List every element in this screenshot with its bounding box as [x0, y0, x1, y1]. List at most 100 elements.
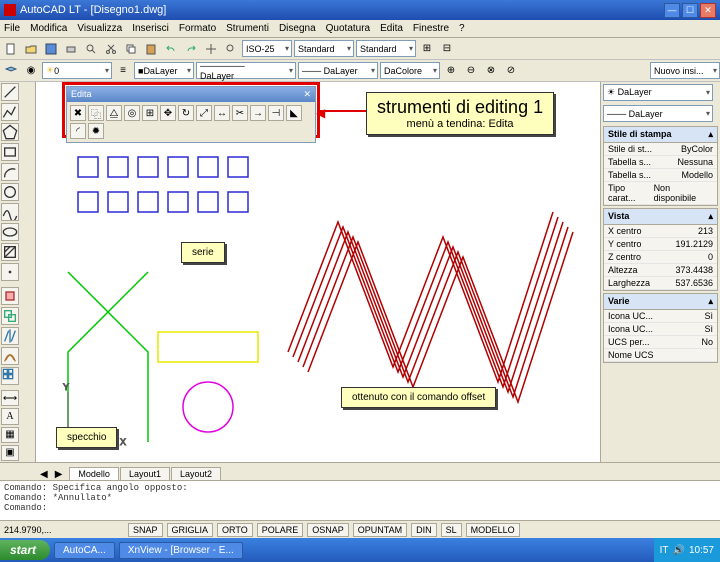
taskbar-item[interactable]: AutoCA...: [54, 542, 115, 559]
menu-edita[interactable]: Edita: [380, 23, 403, 34]
tab-prev-icon[interactable]: ◀: [40, 469, 48, 480]
fb-array-icon[interactable]: ⊞: [142, 105, 158, 121]
linetype-select[interactable]: ─────── DaLayer: [196, 62, 296, 79]
layer-combo[interactable]: ☀ DaLayer: [603, 84, 713, 101]
fb-copy-icon[interactable]: ⿻: [88, 105, 104, 121]
prop-row[interactable]: X centro213: [604, 225, 717, 238]
point-icon[interactable]: [1, 263, 19, 281]
prop-b-icon[interactable]: ⊖: [462, 62, 480, 80]
text-style-select[interactable]: Standard: [294, 40, 354, 57]
menu-strumenti[interactable]: Strumenti: [226, 23, 269, 34]
menu-help[interactable]: ?: [459, 23, 465, 34]
standard-select[interactable]: Standard: [356, 40, 416, 57]
prop-row[interactable]: Stile di st...ByColor: [604, 143, 717, 156]
layer-tool-icon[interactable]: ≡: [114, 62, 132, 80]
layer-select[interactable]: ☀ 0: [42, 62, 112, 79]
canvas[interactable]: Edita✕ ✖ ⿻ ⧋ ◎ ⊞ ✥ ↻ ⤢ ↔ ✂ → ⊣ ◣ ◜ ✹ ◀: [36, 82, 600, 462]
fb-offset-icon[interactable]: ◎: [124, 105, 140, 121]
prop-row[interactable]: Tabella s...Nessuna: [604, 156, 717, 169]
prop-row[interactable]: UCS per...No: [604, 336, 717, 349]
tool-a-icon[interactable]: ⊞: [418, 40, 436, 58]
erase-icon[interactable]: [1, 287, 19, 305]
fb-rotate-icon[interactable]: ↻: [178, 105, 194, 121]
ltype-combo[interactable]: ─── DaLayer: [603, 105, 713, 122]
table-icon[interactable]: ▦: [1, 427, 19, 443]
copy-icon[interactable]: [122, 40, 140, 58]
tab-next-icon[interactable]: ▶: [55, 469, 63, 480]
start-button[interactable]: start: [0, 540, 50, 560]
layer-prop-icon[interactable]: [2, 62, 20, 80]
fb-fillet-icon[interactable]: ◜: [70, 123, 86, 139]
line-icon[interactable]: [1, 83, 19, 101]
sb-osnap[interactable]: OSNAP: [307, 523, 349, 537]
taskbar-item[interactable]: XnView - [Browser - E...: [119, 542, 243, 559]
prop-row[interactable]: Icona UC...Sì: [604, 323, 717, 336]
hatch-icon[interactable]: [1, 243, 19, 261]
maximize-button[interactable]: ☐: [682, 3, 698, 18]
fb-extend-icon[interactable]: →: [250, 105, 266, 121]
ellipse-icon[interactable]: [1, 223, 19, 241]
sb-sl[interactable]: SL: [441, 523, 462, 537]
menu-finestre[interactable]: Finestre: [413, 23, 449, 34]
fb-erase-icon[interactable]: ✖: [70, 105, 86, 121]
prop-row[interactable]: Icona UC...Sì: [604, 310, 717, 323]
tray-lang[interactable]: IT: [660, 545, 669, 556]
sb-snap[interactable]: SNAP: [128, 523, 163, 537]
lineweight-select[interactable]: ─── DaLayer: [298, 62, 378, 79]
zoom-icon[interactable]: [222, 40, 240, 58]
arc-icon[interactable]: [1, 163, 19, 181]
array-obj-icon[interactable]: [1, 367, 19, 385]
block-icon[interactable]: ▣: [1, 445, 19, 461]
prop-row[interactable]: Tabella s...Modello: [604, 169, 717, 182]
mirror-obj-icon[interactable]: [1, 327, 19, 345]
sb-din[interactable]: DIN: [411, 523, 437, 537]
save-icon[interactable]: [42, 40, 60, 58]
menu-modifica[interactable]: Modifica: [30, 23, 67, 34]
collapse-icon[interactable]: ▴: [708, 211, 713, 222]
collapse-icon[interactable]: ▴: [708, 129, 713, 140]
polygon-icon[interactable]: [1, 123, 19, 141]
new-icon[interactable]: [2, 40, 20, 58]
tab-layout2[interactable]: Layout2: [171, 467, 221, 480]
fb-move-icon[interactable]: ✥: [160, 105, 176, 121]
redo-icon[interactable]: [182, 40, 200, 58]
tool-b-icon[interactable]: ⊟: [438, 40, 456, 58]
prop-row[interactable]: Nome UCS: [604, 349, 717, 362]
offset-obj-icon[interactable]: [1, 347, 19, 365]
print-icon[interactable]: [62, 40, 80, 58]
collapse-icon[interactable]: ▴: [708, 296, 713, 307]
dim-icon[interactable]: ⟷: [1, 390, 19, 406]
menu-quotatura[interactable]: Quotatura: [326, 23, 370, 34]
circle-icon[interactable]: [1, 183, 19, 201]
menu-formato[interactable]: Formato: [179, 23, 216, 34]
fb-scale-icon[interactable]: ⤢: [196, 105, 212, 121]
fb-chamfer-icon[interactable]: ◣: [286, 105, 302, 121]
prop-d-icon[interactable]: ⊘: [502, 62, 520, 80]
layer-states-icon[interactable]: ◉: [22, 62, 40, 80]
tray-vol-icon[interactable]: 🔊: [673, 545, 685, 556]
paste-icon[interactable]: [142, 40, 160, 58]
fb-explode-icon[interactable]: ✹: [88, 123, 104, 139]
pline-icon[interactable]: [1, 103, 19, 121]
command-area[interactable]: Comando: Specifica angolo opposto: Coman…: [0, 480, 720, 520]
prop-row[interactable]: Y centro191.2129: [604, 238, 717, 251]
sb-modello[interactable]: MODELLO: [466, 523, 520, 537]
edita-floatbar[interactable]: Edita✕ ✖ ⿻ ⧋ ◎ ⊞ ✥ ↻ ⤢ ↔ ✂ → ⊣ ◣ ◜ ✹: [66, 86, 316, 143]
prop-row[interactable]: Larghezza537.6536: [604, 277, 717, 290]
sb-griglia[interactable]: GRIGLIA: [167, 523, 214, 537]
text-icon[interactable]: A: [1, 408, 19, 424]
copy-obj-icon[interactable]: [1, 307, 19, 325]
menu-disegna[interactable]: Disegna: [279, 23, 316, 34]
tab-modello[interactable]: Modello: [69, 467, 119, 480]
fb-trim-icon[interactable]: ✂: [232, 105, 248, 121]
rect-icon[interactable]: [1, 143, 19, 161]
prop-row[interactable]: Z centro0: [604, 251, 717, 264]
floatbar-close[interactable]: ✕: [303, 89, 311, 100]
newset-select[interactable]: Nuovo insi...: [650, 62, 720, 79]
sb-polare[interactable]: POLARE: [257, 523, 304, 537]
spline-icon[interactable]: [1, 203, 19, 221]
open-icon[interactable]: [22, 40, 40, 58]
fb-mirror-icon[interactable]: ⧋: [106, 105, 122, 121]
undo-icon[interactable]: [162, 40, 180, 58]
menu-visualizza[interactable]: Visualizza: [77, 23, 122, 34]
